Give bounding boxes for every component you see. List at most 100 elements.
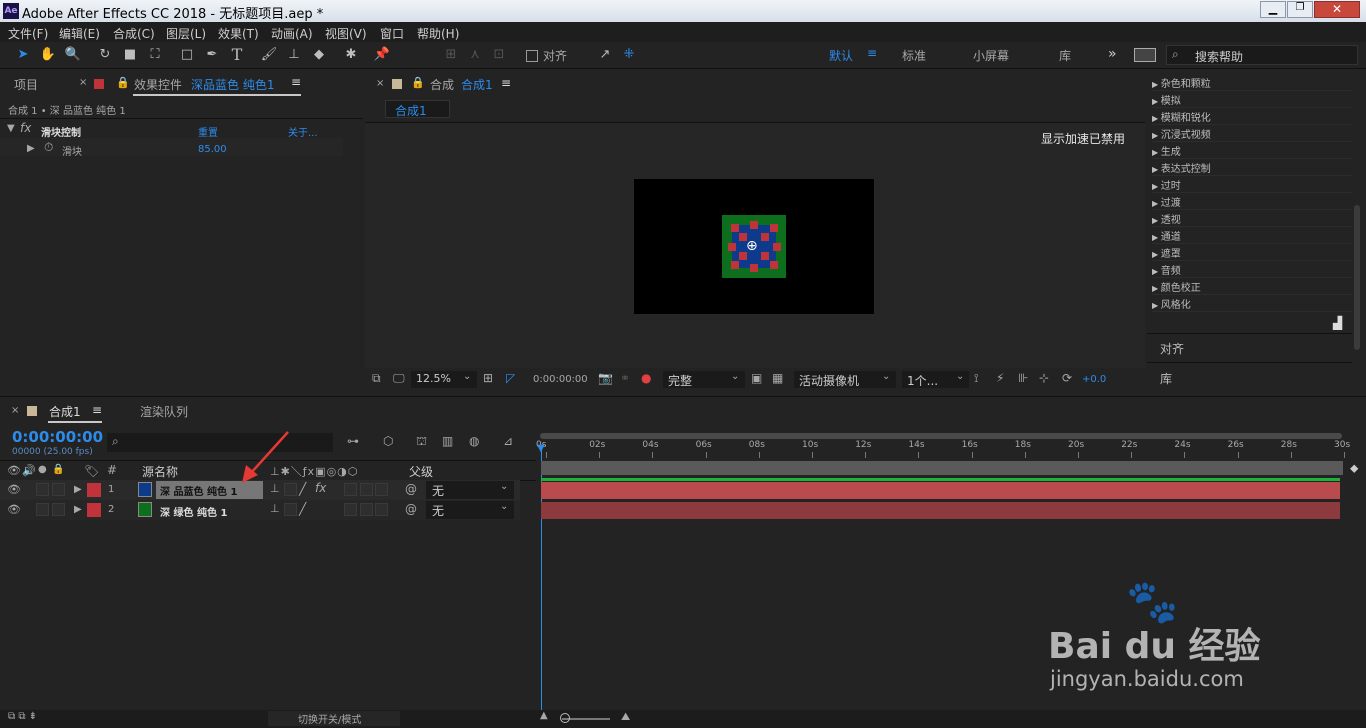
close-button[interactable]: ✕ [1314,1,1360,18]
effect-category[interactable]: ▶ 模糊和锐化 [1152,109,1352,125]
effects-switch-icon[interactable]: fx [315,481,326,495]
effect-target-name[interactable]: 深品蓝色 纯色1 [191,76,274,93]
frame-blending-icon[interactable]: ▥ [442,434,453,448]
handle[interactable] [770,261,778,269]
fx-icon[interactable]: fx [20,121,31,135]
new-folder-icon[interactable]: ▟ [1333,316,1342,330]
menu-layer[interactable]: 图层(L) [166,25,206,42]
zoom-out-icon[interactable]: ▲ [540,710,548,721]
effect-category[interactable]: ▶ 过时 [1152,177,1352,193]
viewer-area[interactable]: 显示加速已禁用 ⊕ [365,123,1145,368]
roi-icon[interactable]: ▣ [751,371,762,385]
handle[interactable] [761,233,769,241]
expand-arrow-icon[interactable]: ▶ [74,504,82,515]
render-queue-tab[interactable]: 渲染队列 [140,403,188,420]
monitor-icon[interactable]: 🖵 [393,371,405,386]
comp-tab-label[interactable]: 合成 [430,76,454,93]
motion-blur-switch[interactable] [360,503,373,516]
timeline-close-icon[interactable]: × [11,405,19,416]
menu-edit[interactable]: 编辑(E) [59,25,100,42]
fast-preview-icon[interactable]: ⚡ [996,371,1004,385]
tab-effect-controls[interactable]: 效果控件 [134,76,182,93]
snap-edge-icon[interactable]: ↗ [596,46,614,64]
viewer-timecode[interactable]: 0:00:00:00 [533,374,588,385]
toggle-transparency-icon[interactable]: ▦ [772,371,783,385]
handle[interactable] [728,243,736,251]
source-name-column[interactable]: 源名称 [142,463,178,480]
stopwatch-icon[interactable]: ⏱ [44,140,53,155]
workspace-libraries[interactable]: 库 [1059,47,1071,64]
layer-name[interactable]: 深 绿色 纯色 1 [160,504,227,519]
effect-category[interactable]: ▶ 表达式控制 [1152,160,1352,176]
param-value[interactable]: 85.00 [198,144,227,155]
menu-window[interactable]: 窗口 [380,25,404,42]
always-preview-icon[interactable]: ⧉ [372,371,381,386]
video-visibility-icon[interactable]: 👁 [7,464,21,477]
anchor-point-icon[interactable]: ⊕ [746,238,758,254]
solo-icon[interactable]: ● [38,464,47,475]
maximize-button[interactable]: ❐ [1287,1,1313,18]
show-snapshot-icon[interactable]: ⚭ [620,371,630,385]
eye-icon[interactable]: 👁 [7,503,21,516]
roto-brush-tool-icon[interactable]: ✱ [342,46,360,64]
selection-tool-icon[interactable]: ➤ [14,46,32,64]
pickwhip-icon[interactable]: @ [405,502,417,516]
timeline-tab[interactable]: 合成1 [49,403,81,420]
zoom-slider-thumb[interactable] [560,713,570,723]
motion-blur-icon[interactable]: ◍ [469,434,479,448]
comp-mini-flowchart-icon[interactable]: ⊶ [347,434,359,448]
zoom-dropdown[interactable]: 12.5% ⌄ [411,371,477,388]
adjustment-switch[interactable] [375,483,388,496]
reset-exposure-icon[interactable]: ⟳ [1062,371,1072,385]
draft-3d-icon[interactable]: ⬡ [383,434,393,448]
brush-tool-icon[interactable]: 🖌 [260,46,278,64]
eye-icon[interactable]: 👁 [7,483,21,496]
audio-toggle[interactable] [36,503,49,516]
flowchart-icon[interactable]: ⊹ [1039,371,1049,385]
toggle-switches-button[interactable]: 切换开关/模式 [268,711,400,726]
handle[interactable] [770,224,778,232]
rectangle-tool-icon[interactable]: □ [178,46,196,64]
handle[interactable] [731,261,739,269]
menu-help[interactable]: 帮助(H) [417,25,459,42]
shy-layers-icon[interactable]: ⛫ [416,434,427,450]
help-search[interactable]: ⌕ 搜索帮助 [1166,45,1358,65]
collapse-switch[interactable] [284,503,297,516]
clone-stamp-tool-icon[interactable]: ⊥ [285,46,303,64]
rotate-tool-icon[interactable]: ↻ [96,46,114,64]
graph-editor-icon[interactable]: ⊿ [503,434,513,448]
panel-libraries[interactable]: 库 [1160,370,1172,387]
layer-search-input[interactable]: ⌕ [107,433,333,452]
layer-row[interactable]: 👁 ▶ 2 深 绿色 纯色 1 ⊥ ╱ @ 无 ⌄ [0,500,520,520]
effect-category[interactable]: ▶ 过渡 [1152,194,1352,210]
lock-toggle[interactable] [52,503,65,516]
effect-category[interactable]: ▶ 沉浸式视频 [1152,126,1352,142]
camera-dropdown[interactable]: 活动摄像机 ⌄ [794,371,896,388]
scrollbar[interactable] [1354,205,1360,350]
handle[interactable] [750,221,758,229]
effect-category[interactable]: ▶ 遮罩 [1152,245,1352,261]
effect-category[interactable]: ▶ 杂色和颗粒 [1152,75,1352,91]
quality-switch-icon[interactable]: ╱ [299,482,306,496]
effect-reset-link[interactable]: 重置 [198,124,218,139]
workspace-menu-icon[interactable]: ≡ [867,46,877,60]
tab-close-icon[interactable]: × [79,77,87,88]
effect-category[interactable]: ▶ 透视 [1152,211,1352,227]
region-icon[interactable]: ⊞ [483,371,493,385]
workspace-small-screen[interactable]: 小屏幕 [973,47,1009,64]
comp-close-icon[interactable]: × [376,78,384,89]
timeline-icon[interactable]: ⊪ [1018,371,1028,385]
effect-category[interactable]: ▶ 风格化 [1152,296,1352,312]
comp-lock-icon[interactable]: 🔒 [411,76,425,89]
menu-composition[interactable]: 合成(C) [113,25,155,42]
effect-category[interactable]: ▶ 模拟 [1152,92,1352,108]
param-expand-icon[interactable]: ▶ [27,143,35,154]
axis-world-icon[interactable]: ⋏ [466,46,484,64]
frame-blend-switch[interactable] [344,503,357,516]
adjustment-switch[interactable] [375,503,388,516]
handle[interactable] [750,264,758,272]
layer-switches-icon[interactable]: ⧉ ⧉ ⇟ [8,711,37,722]
frame-blend-switch[interactable] [344,483,357,496]
label-column-icon[interactable]: 🏷 [84,464,99,478]
motion-blur-switch[interactable] [360,483,373,496]
